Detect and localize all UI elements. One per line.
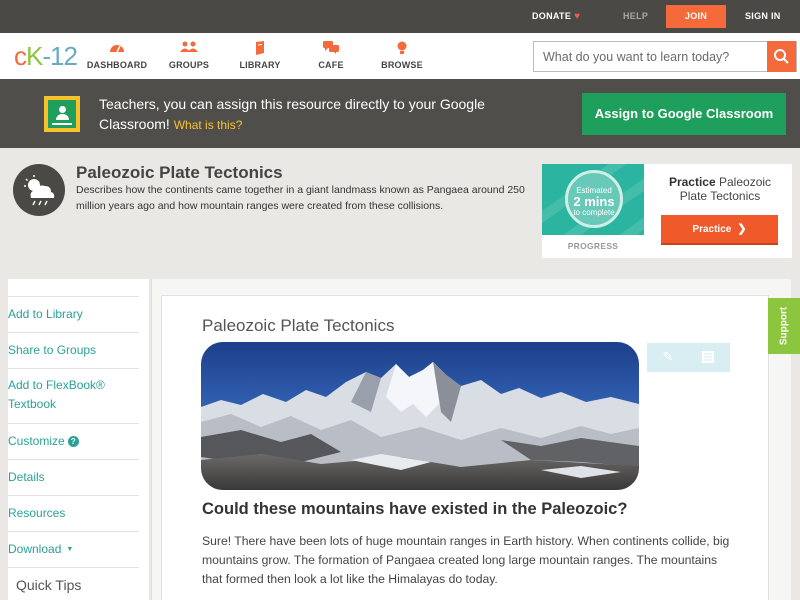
mountain-image — [201, 342, 639, 490]
page-title: Paleozoic Plate Tectonics — [76, 163, 283, 182]
weather-icon — [13, 164, 65, 216]
cafe-icon — [296, 41, 366, 57]
sidebar-item-resources[interactable]: Resources — [8, 495, 139, 523]
groups-icon — [154, 41, 224, 57]
assign-to-google-classroom-button[interactable]: Assign to Google Classroom — [582, 93, 786, 135]
search-box — [533, 41, 797, 72]
main-header: cK-12 DASHBOARD GROUPS LIBRARY CAFE BROW… — [0, 33, 800, 79]
help-icon[interactable]: ? — [67, 436, 79, 447]
browse-icon — [367, 41, 437, 57]
sidebar-item-share-to-groups[interactable]: Share to Groups — [8, 332, 139, 360]
support-tab[interactable]: Support — [768, 298, 800, 354]
pencil-icon[interactable]: ✎ — [661, 350, 675, 364]
google-classroom-icon — [44, 96, 80, 132]
nav-browse[interactable]: BROWSE — [367, 41, 437, 70]
nav-library[interactable]: LIBRARY — [225, 41, 295, 70]
estimated-time-circle: Estimated 2 mins to complete — [565, 170, 623, 228]
sidebar-item-download[interactable]: Download ▼ — [8, 531, 139, 560]
practice-button[interactable]: Practice ❯ — [661, 215, 778, 245]
search-icon — [774, 49, 789, 64]
nav-cafe[interactable]: CAFE — [296, 41, 366, 70]
nav-groups[interactable]: GROUPS — [154, 41, 224, 70]
search-button[interactable] — [767, 41, 796, 72]
page-description: Describes how the continents came togeth… — [76, 184, 525, 212]
what-is-this-link[interactable]: What is this? — [174, 118, 243, 132]
help-link[interactable]: HELP — [623, 0, 648, 33]
sidebar-item-customize[interactable]: Customize? — [8, 423, 139, 451]
content-tools: ✎ — [647, 343, 730, 372]
join-button[interactable]: JOIN — [666, 5, 726, 28]
chevron-right-icon: ❯ — [737, 223, 747, 235]
search-input[interactable] — [534, 42, 768, 71]
sidebar-divider — [8, 567, 139, 568]
donate-link[interactable]: DONATE ♥ — [532, 0, 580, 33]
practice-title: Practice Paleozoic Plate Tectonics — [668, 175, 772, 203]
quick-tips-heading: Quick Tips — [16, 577, 82, 593]
sidebar-item-add-to-library[interactable]: Add to Library — [8, 296, 139, 324]
ck12-logo[interactable]: cK-12 — [14, 42, 78, 70]
library-icon — [225, 41, 295, 57]
practice-card: Estimated 2 mins to complete PROGRESS Pr… — [542, 164, 792, 258]
progress-label: PROGRESS — [567, 241, 619, 251]
sign-in-link[interactable]: SIGN IN — [745, 0, 781, 33]
content-title: Paleozoic Plate Tectonics — [202, 316, 395, 335]
progress-panel: Estimated 2 mins to complete — [542, 164, 644, 235]
sidebar-item-details[interactable]: Details — [8, 459, 139, 487]
notes-icon[interactable] — [701, 350, 715, 364]
section-heading: Could these mountains have existed in th… — [202, 500, 628, 518]
sidebar-item-add-to-flexbook[interactable]: Add to FlexBook® Textbook — [8, 368, 139, 414]
nav-dashboard[interactable]: DASHBOARD — [82, 41, 152, 70]
section-body: Sure! There have been lots of huge mount… — [202, 534, 730, 586]
top-bar: DONATE ♥ HELP JOIN SIGN IN — [0, 0, 800, 33]
caret-down-icon: ▼ — [66, 546, 74, 553]
heart-icon: ♥ — [574, 11, 581, 22]
classroom-banner-text: Teachers, you can assign this resource d… — [99, 96, 485, 132]
dashboard-icon — [82, 41, 152, 57]
